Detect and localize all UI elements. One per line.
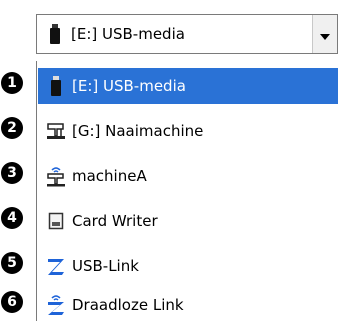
marker-2: 2	[1, 117, 23, 139]
sewing-machine-icon	[46, 120, 66, 142]
usb-link-icon	[46, 255, 66, 277]
chevron-down-icon	[320, 25, 330, 44]
list-item-label: Draadloze Link	[72, 296, 184, 314]
marker-3: 3	[1, 162, 23, 184]
dropdown-arrow-button[interactable]	[312, 15, 337, 53]
list-item-machinea[interactable]: machineA	[38, 158, 338, 194]
list-item-naaimachine[interactable]: [G:] Naaimachine	[38, 113, 338, 149]
marker-4: 4	[1, 207, 23, 229]
list-item-label: Card Writer	[72, 212, 158, 230]
marker-6: 6	[1, 291, 23, 313]
list-item-label: [G:] Naaimachine	[72, 122, 204, 140]
list-item-label: USB-Link	[72, 257, 139, 275]
usb-stick-icon	[46, 75, 66, 97]
list-item-label: [E:] USB-media	[72, 77, 186, 95]
list-item-usb-media[interactable]: [E:] USB-media	[38, 68, 338, 104]
drive-select-value[interactable]: [E:] USB-media	[37, 15, 311, 53]
marker-5: 5	[1, 252, 23, 274]
drive-select-label: [E:] USB-media	[71, 25, 185, 43]
usb-stick-icon	[45, 23, 65, 45]
wireless-link-icon	[46, 294, 66, 316]
drive-dropdown-list: [E:] USB-media [G:] Naaimachine machineA	[36, 61, 340, 321]
list-item-label: machineA	[72, 167, 147, 185]
list-item-usb-link[interactable]: USB-Link	[38, 248, 338, 284]
marker-1: 1	[1, 72, 23, 94]
list-item-card-writer[interactable]: Card Writer	[38, 203, 338, 239]
list-item-draadloze-link[interactable]: Draadloze Link	[38, 287, 338, 323]
card-writer-icon	[46, 210, 66, 232]
wireless-sewing-machine-icon	[46, 165, 66, 187]
drive-select[interactable]: [E:] USB-media	[36, 14, 338, 54]
